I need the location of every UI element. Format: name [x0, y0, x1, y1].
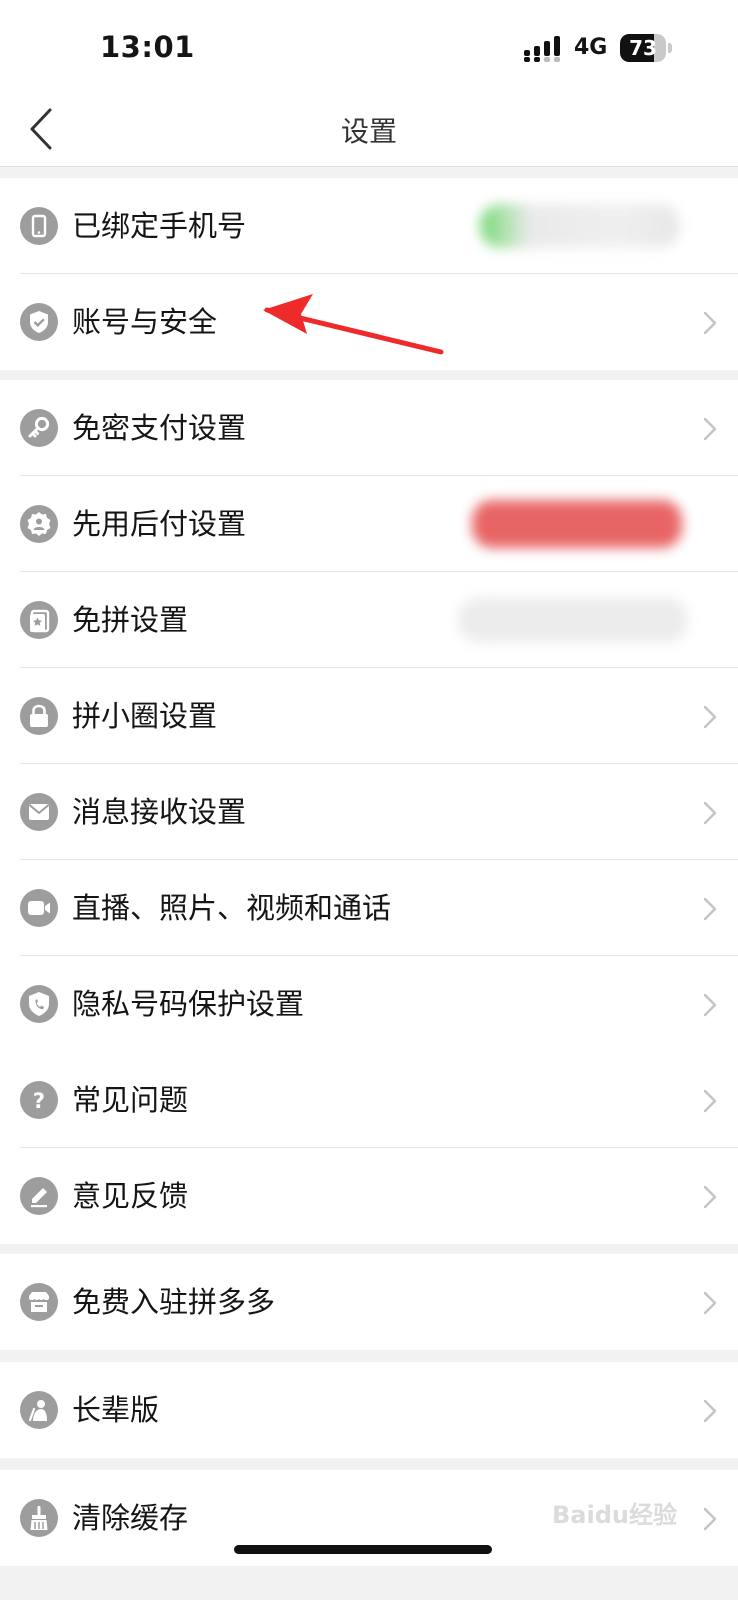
svg-text:?: ?	[33, 1089, 45, 1113]
phone-icon	[20, 207, 58, 245]
settings-group: 长辈版	[0, 1362, 738, 1458]
settings-row[interactable]: ? 常见问题	[0, 1052, 738, 1148]
cellular-signal-icon	[524, 36, 560, 62]
chevron-right-icon	[703, 993, 717, 1017]
settings-row-label: 长辈版	[72, 1393, 160, 1427]
settings-row[interactable]: 隐私号码保护设置	[0, 956, 738, 1052]
settings-row-label: 意见反馈	[72, 1179, 189, 1213]
nav-bar: 设置	[0, 92, 738, 167]
settings-row-label: 常见问题	[72, 1083, 189, 1117]
chevron-right-icon	[703, 1507, 717, 1531]
chevron-right-icon	[703, 1185, 717, 1209]
settings-row-label: 免密支付设置	[72, 411, 247, 445]
settings-row-label: 先用后付设置	[72, 507, 247, 541]
shield-phone-icon	[20, 985, 58, 1023]
card-star-icon	[20, 601, 58, 639]
chevron-right-icon	[703, 705, 717, 729]
page-title: 设置	[340, 115, 397, 148]
settings-group: 免密支付设置 先用后付设置 免拼设置拼小圈设置消息接收设置直播、照片、视频和通话 隐私…	[0, 380, 738, 1052]
chevron-right-icon	[703, 311, 717, 335]
envelope-icon	[20, 793, 58, 831]
settings-row[interactable]: 直播、照片、视频和通话	[0, 860, 738, 956]
settings-row[interactable]: 意见反馈	[0, 1148, 738, 1244]
shield-check-icon	[20, 303, 58, 341]
settings-group: 免费入驻拼多多	[0, 1254, 738, 1350]
redacted-value	[480, 204, 680, 248]
settings-row-label: 已绑定手机号	[72, 209, 247, 243]
status-time: 13:01	[100, 30, 195, 64]
settings-row[interactable]: 免费入驻拼多多	[0, 1254, 738, 1350]
annotation-arrow-icon	[263, 294, 444, 355]
settings-row[interactable]: 消息接收设置	[0, 764, 738, 860]
settings-row-label: 免拼设置	[72, 603, 189, 637]
key-icon	[20, 409, 58, 447]
chevron-right-icon	[703, 801, 717, 825]
settings-row[interactable]: 免拼设置	[0, 572, 738, 668]
chevron-right-icon	[703, 1399, 717, 1423]
settings-row[interactable]: 先用后付设置	[0, 476, 738, 572]
pencil-icon	[20, 1177, 58, 1215]
settings-row-label: 账号与安全	[72, 305, 218, 339]
settings-row[interactable]: 长辈版	[0, 1362, 738, 1458]
home-indicator[interactable]	[234, 1545, 492, 1554]
redacted-value	[472, 500, 682, 548]
settings-row-label: 免费入驻拼多多	[72, 1285, 276, 1319]
video-camera-icon	[20, 889, 58, 927]
network-type: 4G	[574, 35, 608, 60]
settings-row-label: 直播、照片、视频和通话	[72, 891, 392, 925]
lock-icon	[20, 697, 58, 735]
badge-person-icon	[20, 505, 58, 543]
settings-row-label: 清除缓存	[72, 1501, 189, 1535]
settings-row-label: 拼小圈设置	[72, 699, 218, 733]
redacted-value	[458, 598, 688, 642]
chevron-right-icon	[703, 897, 717, 921]
battery-icon: 73	[620, 34, 672, 62]
settings-row-label: 隐私号码保护设置	[72, 987, 305, 1021]
chevron-right-icon	[703, 1291, 717, 1315]
chevron-right-icon	[703, 1089, 717, 1113]
store-icon	[20, 1283, 58, 1321]
battery-level: 73	[629, 36, 657, 60]
status-bar: 13:01 4G 73	[0, 0, 738, 92]
settings-row[interactable]: 拼小圈设置	[0, 668, 738, 764]
settings-row[interactable]: 已绑定手机号	[0, 178, 738, 274]
settings-row-label: 消息接收设置	[72, 795, 247, 829]
watermark: Baidu经验	[552, 1501, 677, 1529]
chevron-right-icon	[703, 417, 717, 441]
elder-icon	[20, 1391, 58, 1429]
question-icon: ?	[20, 1081, 58, 1119]
broom-icon	[20, 1499, 58, 1537]
settings-row[interactable]: 免密支付设置	[0, 380, 738, 476]
settings-group: ? 常见问题意见反馈	[0, 1052, 738, 1244]
